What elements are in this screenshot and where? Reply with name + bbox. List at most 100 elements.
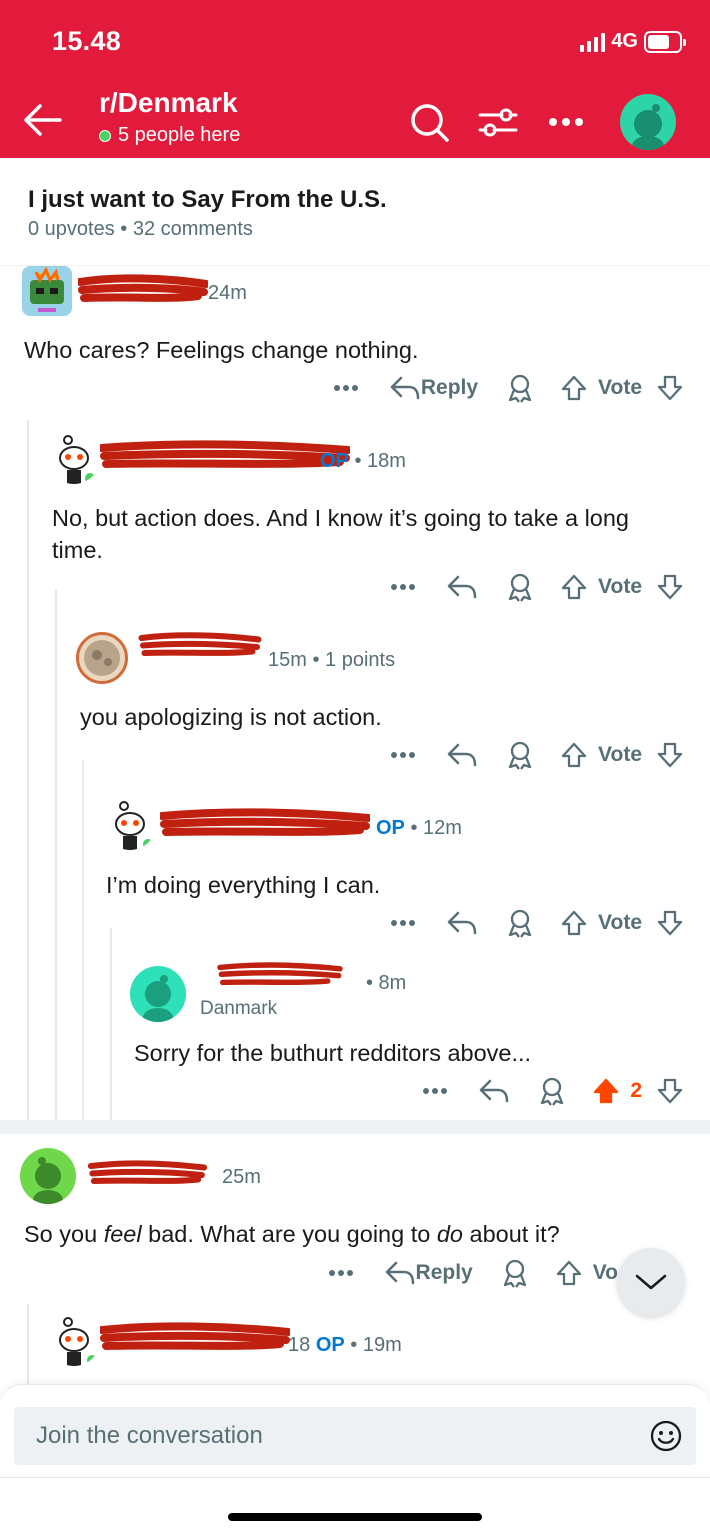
more-icon[interactable] — [333, 368, 359, 408]
comment-meta: 15m • 1 points — [268, 649, 396, 671]
status-time: 15.48 — [52, 26, 122, 56]
downvote-icon[interactable] — [656, 735, 684, 775]
home-indicator[interactable] — [228, 1513, 482, 1521]
comment-body: you apologizing is not action. — [80, 704, 382, 730]
comment-composer: Join the conversation — [0, 1384, 710, 1536]
more-icon[interactable] — [390, 903, 416, 943]
more-icon[interactable] — [328, 1253, 354, 1293]
redacted-username — [138, 632, 262, 656]
thread-line — [27, 1304, 29, 1384]
thread-line — [82, 760, 84, 1120]
comment-avatar[interactable] — [104, 798, 156, 850]
comment-time: 24m — [208, 282, 247, 304]
reply-button[interactable]: Reply — [389, 368, 478, 408]
more-options-icon[interactable] — [542, 98, 590, 146]
comment-actions: 2 — [422, 1071, 684, 1111]
emoji-icon[interactable] — [650, 1420, 682, 1459]
comment-time: • 8m — [366, 972, 407, 994]
comment-meta: OP • 18m — [320, 450, 406, 473]
vote-count: Vo — [592, 1261, 618, 1284]
comment-actions: Reply Vote — [333, 368, 684, 408]
reply-icon[interactable] — [446, 903, 478, 943]
battery-icon — [644, 30, 686, 53]
comment-avatar[interactable] — [48, 432, 100, 484]
comment-avatar[interactable] — [48, 1314, 100, 1366]
comment-avatar[interactable] — [20, 1148, 76, 1204]
online-count: 5 people here — [99, 124, 240, 147]
sort-filter-icon[interactable] — [474, 98, 522, 146]
vote-count: Vote — [598, 376, 642, 399]
comment-body: I’m doing everything I can. — [106, 872, 381, 898]
next-comment-button[interactable] — [617, 1248, 685, 1316]
back-arrow-icon[interactable] — [20, 98, 64, 142]
vote-count: Vote — [598, 743, 642, 766]
comment-time: • 18m — [348, 450, 406, 472]
comment-time: • 12m — [404, 817, 462, 839]
reply-label: Reply — [420, 376, 479, 399]
comment-meta: 18 OP • 19m — [288, 1334, 402, 1357]
post-header[interactable]: I just want to Say From the U.S. 0 upvot… — [0, 158, 710, 266]
comment-body: Sorry for the buthurt redditors above... — [134, 1040, 532, 1066]
upvote-active-icon[interactable] — [592, 1071, 620, 1111]
comment-body: No, but action does. And I know it’s goi… — [52, 505, 630, 563]
online-dot-icon — [99, 129, 111, 142]
join-conversation-input[interactable]: Join the conversation — [14, 1407, 696, 1465]
online-label: 5 people here — [118, 124, 241, 146]
upvote-icon[interactable] — [560, 567, 588, 607]
downvote-icon[interactable] — [656, 1071, 684, 1111]
vote-count: Vote — [598, 575, 642, 598]
chevron-down-icon — [635, 1274, 667, 1290]
more-icon[interactable] — [422, 1071, 448, 1111]
downvote-icon[interactable] — [656, 368, 684, 408]
redacted-username — [100, 1322, 290, 1350]
comment-time: • 19m — [344, 1334, 402, 1356]
op-badge: OP — [320, 450, 349, 472]
username-fragment: 18 — [288, 1334, 311, 1356]
reply-button[interactable]: Reply — [384, 1253, 473, 1293]
comment-avatar[interactable] — [22, 266, 72, 316]
award-icon[interactable] — [538, 1071, 566, 1111]
op-badge: OP — [315, 1334, 345, 1356]
post-title: I just want to Say From the U.S. — [28, 186, 387, 213]
subreddit-name[interactable]: r/Denmark — [99, 87, 238, 119]
redacted-username — [160, 808, 370, 836]
award-icon[interactable] — [506, 368, 534, 408]
comment-actions: Vote — [390, 567, 684, 607]
comment-avatar[interactable] — [130, 966, 186, 1022]
comment-actions: Vote — [390, 735, 684, 775]
upvote-icon[interactable] — [555, 1253, 583, 1293]
search-icon[interactable] — [405, 98, 453, 146]
post-stats: 0 upvotes • 32 comments — [28, 218, 253, 240]
award-icon[interactable] — [506, 903, 534, 943]
more-icon[interactable] — [390, 735, 416, 775]
vote-count: 2 — [630, 1079, 642, 1102]
comment-actions: Reply Vo — [328, 1253, 618, 1293]
award-icon[interactable] — [506, 735, 534, 775]
thread-line — [27, 420, 29, 1120]
more-icon[interactable] — [390, 567, 416, 607]
comment-body: So you feel bad. What are you going to d… — [24, 1221, 560, 1247]
footer-divider — [0, 1477, 710, 1478]
composer-placeholder: Join the conversation — [36, 1422, 263, 1449]
user-flair: Danmark — [200, 998, 278, 1019]
reply-icon[interactable] — [446, 735, 478, 775]
reply-icon[interactable] — [478, 1071, 510, 1111]
upvote-icon[interactable] — [560, 368, 588, 408]
reply-label: Reply — [415, 1261, 473, 1284]
comment-time: 25m — [222, 1166, 261, 1188]
app-header: 15.48 4G r/Denmark 5 people here — [0, 0, 710, 158]
downvote-icon[interactable] — [656, 903, 684, 943]
redacted-username — [87, 1160, 208, 1184]
redacted-username — [217, 962, 343, 986]
downvote-icon[interactable] — [656, 567, 684, 607]
award-icon[interactable] — [501, 1253, 529, 1293]
upvote-icon[interactable] — [560, 735, 588, 775]
redacted-username — [100, 440, 350, 468]
user-avatar[interactable] — [620, 94, 676, 150]
reply-icon[interactable] — [446, 567, 478, 607]
thread-divider — [0, 1120, 710, 1134]
signal-icon — [580, 32, 606, 52]
upvote-icon[interactable] — [560, 903, 588, 943]
vote-count: Vote — [598, 911, 642, 934]
award-icon[interactable] — [506, 567, 534, 607]
